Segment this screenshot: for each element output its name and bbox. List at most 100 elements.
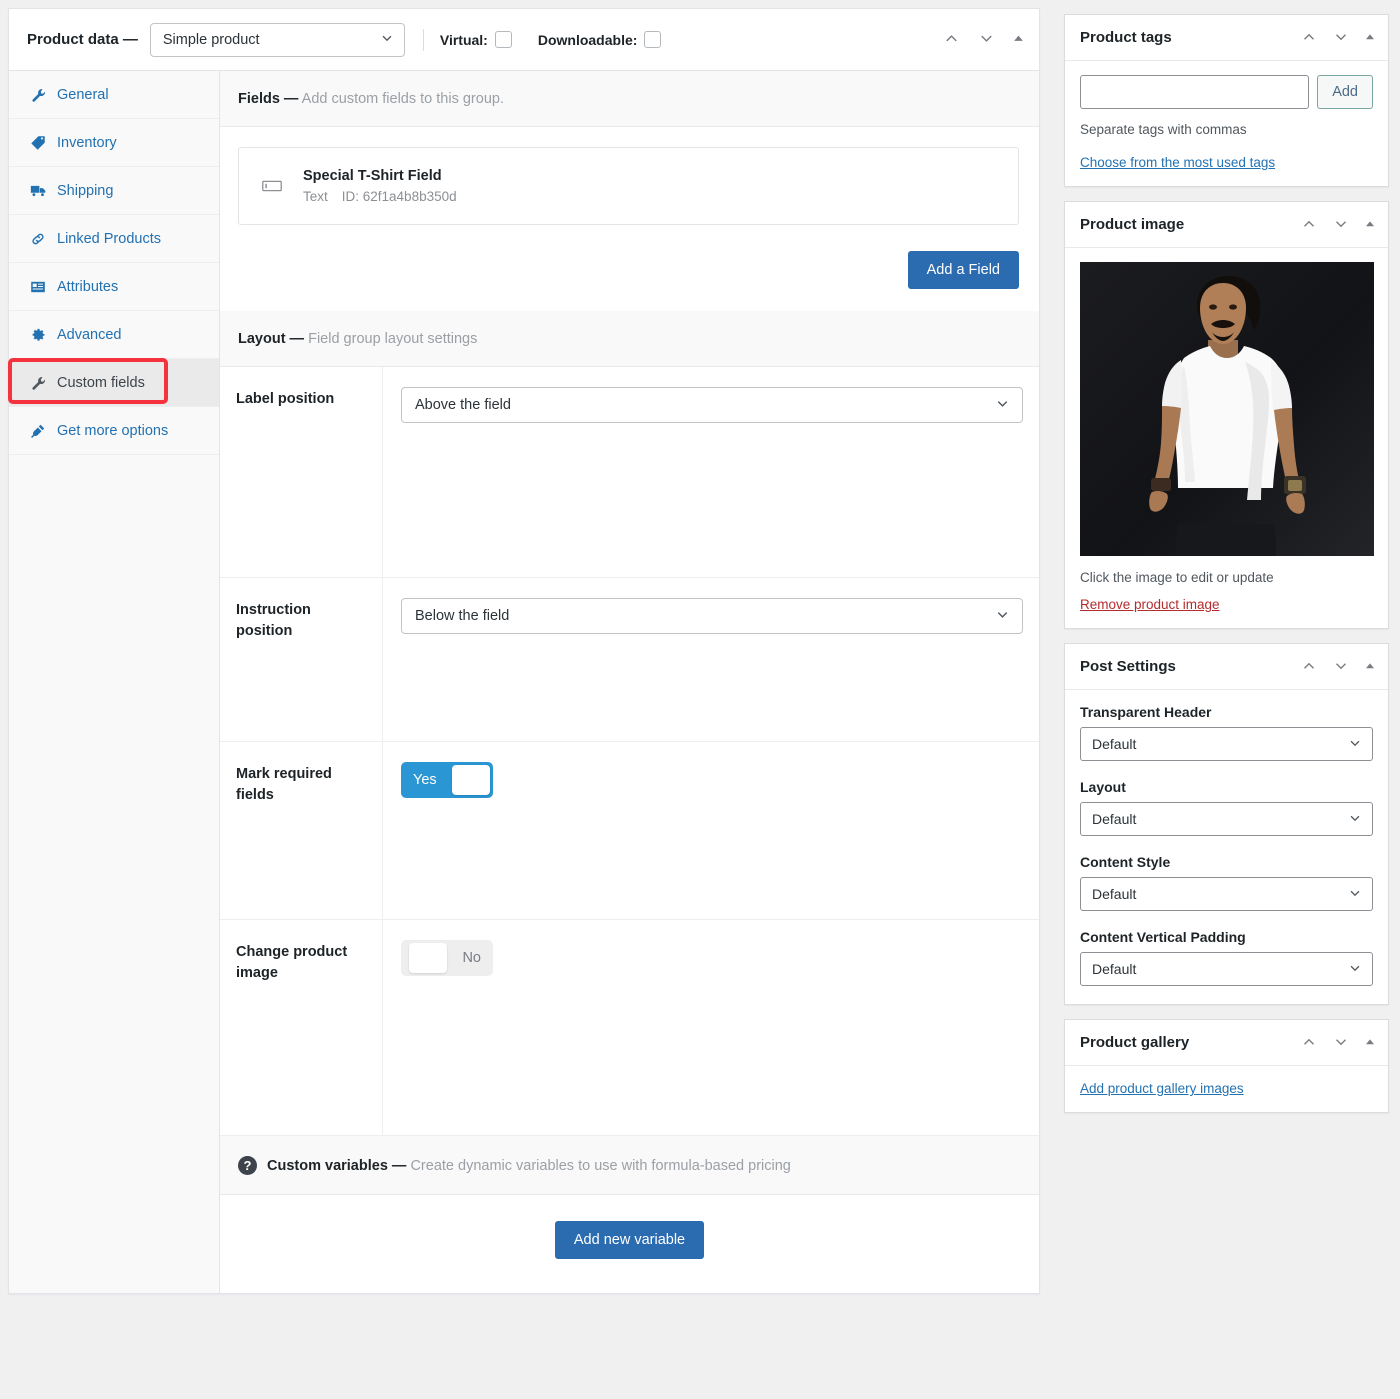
move-up-icon[interactable] bbox=[1300, 657, 1318, 677]
virtual-checkbox-group[interactable]: Virtual: bbox=[440, 31, 512, 48]
sidebar-item-shipping[interactable]: Shipping bbox=[9, 167, 219, 215]
instruction-position-value: Below the field bbox=[415, 608, 510, 624]
collapse-toggle-icon[interactable] bbox=[1364, 1036, 1376, 1050]
sidebar-item-label: Get more options bbox=[57, 422, 169, 439]
downloadable-label: Downloadable: bbox=[537, 31, 638, 48]
collapse-toggle-icon[interactable] bbox=[1364, 218, 1376, 232]
field-card-meta: Text ID: 62f1a4b8b350d bbox=[303, 189, 457, 204]
select-value: Default bbox=[1092, 886, 1137, 902]
setting-label: Content Style bbox=[1080, 854, 1171, 870]
post-settings-panel: Post Settings Transparent Header Default… bbox=[1064, 643, 1389, 1005]
downloadable-checkbox[interactable] bbox=[644, 31, 662, 48]
content-style-select[interactable]: Default bbox=[1080, 877, 1373, 911]
gear-icon bbox=[29, 326, 47, 344]
sidebar-item-label: Linked Products bbox=[57, 230, 161, 247]
move-up-icon[interactable] bbox=[1300, 215, 1318, 235]
custom-variables-footer: Add new variable bbox=[220, 1195, 1039, 1293]
move-down-icon[interactable] bbox=[1332, 657, 1350, 677]
panel-title: Product gallery bbox=[1080, 1034, 1190, 1051]
add-a-field-button[interactable]: Add a Field bbox=[907, 251, 1019, 289]
setting-label: Mark required fields bbox=[220, 742, 383, 919]
setting-control: Yes bbox=[383, 742, 1039, 919]
collapse-toggle-icon[interactable] bbox=[1012, 32, 1025, 47]
sidebar-item-linked-products[interactable]: Linked Products bbox=[9, 215, 219, 263]
move-down-icon[interactable] bbox=[1332, 28, 1350, 48]
sidebar-item-label: Inventory bbox=[57, 134, 117, 151]
field-card-name: Special T-Shirt Field bbox=[303, 168, 442, 184]
product-image-body: Click the image to edit or update Remove… bbox=[1065, 248, 1388, 628]
move-down-icon[interactable] bbox=[977, 29, 996, 50]
product-tags-input[interactable] bbox=[1080, 75, 1310, 109]
toggle-value: No bbox=[462, 950, 481, 966]
plug-icon bbox=[29, 422, 47, 440]
setting-row-change-product-image: Change product image No bbox=[220, 920, 1039, 1136]
post-settings-header: Post Settings bbox=[1065, 644, 1388, 690]
sidebar-item-label: Attributes bbox=[57, 278, 119, 295]
move-up-icon[interactable] bbox=[1300, 1033, 1318, 1053]
chevron-down-icon bbox=[380, 31, 394, 49]
layout-select[interactable]: Default bbox=[1080, 802, 1373, 836]
add-field-row: Add a Field bbox=[238, 251, 1019, 289]
move-up-icon[interactable] bbox=[942, 29, 961, 50]
virtual-label: Virtual: bbox=[439, 31, 488, 48]
product-gallery-header: Product gallery bbox=[1065, 1020, 1388, 1066]
setting-content-vertical-padding: Content Vertical Padding Default bbox=[1080, 929, 1373, 986]
setting-layout: Layout Default bbox=[1080, 779, 1373, 836]
sidebar-item-general[interactable]: General bbox=[9, 71, 219, 119]
product-photo bbox=[1080, 262, 1374, 556]
product-tags-body: Add Separate tags with commas Choose fro… bbox=[1065, 61, 1388, 186]
wrench-icon bbox=[29, 86, 47, 104]
sidebar-item-advanced[interactable]: Advanced bbox=[9, 311, 219, 359]
move-down-icon[interactable] bbox=[1332, 1033, 1350, 1053]
content-vertical-padding-select[interactable]: Default bbox=[1080, 952, 1373, 986]
link-icon bbox=[29, 230, 47, 248]
product-data-body: General Inventory Shipping Linked Produc… bbox=[9, 71, 1039, 1293]
custom-fields-content: Fields — Add custom fields to this group… bbox=[220, 71, 1039, 1293]
sidebar-item-get-more-options[interactable]: Get more options bbox=[9, 407, 219, 455]
product-image-caption: Click the image to edit or update bbox=[1080, 570, 1274, 585]
setting-control: Above the field bbox=[383, 367, 1041, 577]
add-tag-button[interactable]: Add bbox=[1317, 75, 1373, 109]
change-product-image-toggle[interactable]: No bbox=[401, 940, 493, 976]
add-product-gallery-images-link[interactable]: Add product gallery images bbox=[1080, 1081, 1244, 1096]
product-image-thumbnail[interactable] bbox=[1080, 262, 1374, 556]
select-value: Default bbox=[1092, 811, 1137, 827]
tag-icon bbox=[29, 134, 47, 152]
help-icon[interactable]: ? bbox=[238, 1156, 257, 1175]
right-sidebar: Product tags Add Separate tags with comm… bbox=[1064, 8, 1389, 1113]
page-title: Product data — bbox=[27, 31, 138, 48]
move-down-icon[interactable] bbox=[1332, 215, 1350, 235]
product-tags-header: Product tags bbox=[1065, 15, 1388, 61]
mark-required-fields-toggle[interactable]: Yes bbox=[401, 762, 493, 798]
transparent-header-select[interactable]: Default bbox=[1080, 727, 1373, 761]
sidebar-item-inventory[interactable]: Inventory bbox=[9, 119, 219, 167]
product-gallery-body: Add product gallery images bbox=[1065, 1066, 1388, 1112]
sidebar-item-attributes[interactable]: Attributes bbox=[9, 263, 219, 311]
collapse-toggle-icon[interactable] bbox=[1364, 31, 1376, 45]
product-tags-panel: Product tags Add Separate tags with comm… bbox=[1064, 14, 1389, 187]
most-used-tags-link[interactable]: Choose from the most used tags bbox=[1080, 155, 1275, 170]
sidebar-item-custom-fields[interactable]: Custom fields bbox=[9, 359, 219, 407]
header-divider bbox=[422, 28, 424, 51]
field-card[interactable]: Special T-Shirt Field Text ID: 62f1a4b8b… bbox=[238, 147, 1019, 225]
instruction-position-select[interactable]: Below the field bbox=[401, 598, 1023, 634]
select-value: Default bbox=[1092, 961, 1137, 977]
product-gallery-panel: Product gallery Add product gallery imag… bbox=[1064, 1019, 1389, 1113]
product-image-header: Product image bbox=[1065, 202, 1388, 248]
layout-settings-rows: Label position Above the field Instructi bbox=[220, 367, 1039, 1136]
label-position-value: Above the field bbox=[415, 397, 511, 413]
remove-product-image-link[interactable]: Remove product image bbox=[1080, 597, 1220, 612]
virtual-checkbox[interactable] bbox=[494, 31, 512, 48]
text-input-icon bbox=[259, 173, 285, 199]
add-new-variable-button[interactable]: Add new variable bbox=[554, 1221, 705, 1259]
chevron-down-icon bbox=[1348, 886, 1362, 903]
move-up-icon[interactable] bbox=[1300, 28, 1318, 48]
collapse-toggle-icon[interactable] bbox=[1364, 660, 1376, 674]
downloadable-checkbox-group[interactable]: Downloadable: bbox=[538, 31, 662, 48]
label-position-select[interactable]: Above the field bbox=[401, 387, 1023, 423]
panel-controls bbox=[1300, 215, 1376, 235]
sidebar-item-label: Advanced bbox=[57, 326, 122, 343]
product-type-select[interactable]: Simple product bbox=[149, 22, 405, 57]
product-data-panel: Product data — Simple product Virtual: D… bbox=[8, 8, 1040, 1294]
setting-label: Label position bbox=[220, 367, 383, 577]
